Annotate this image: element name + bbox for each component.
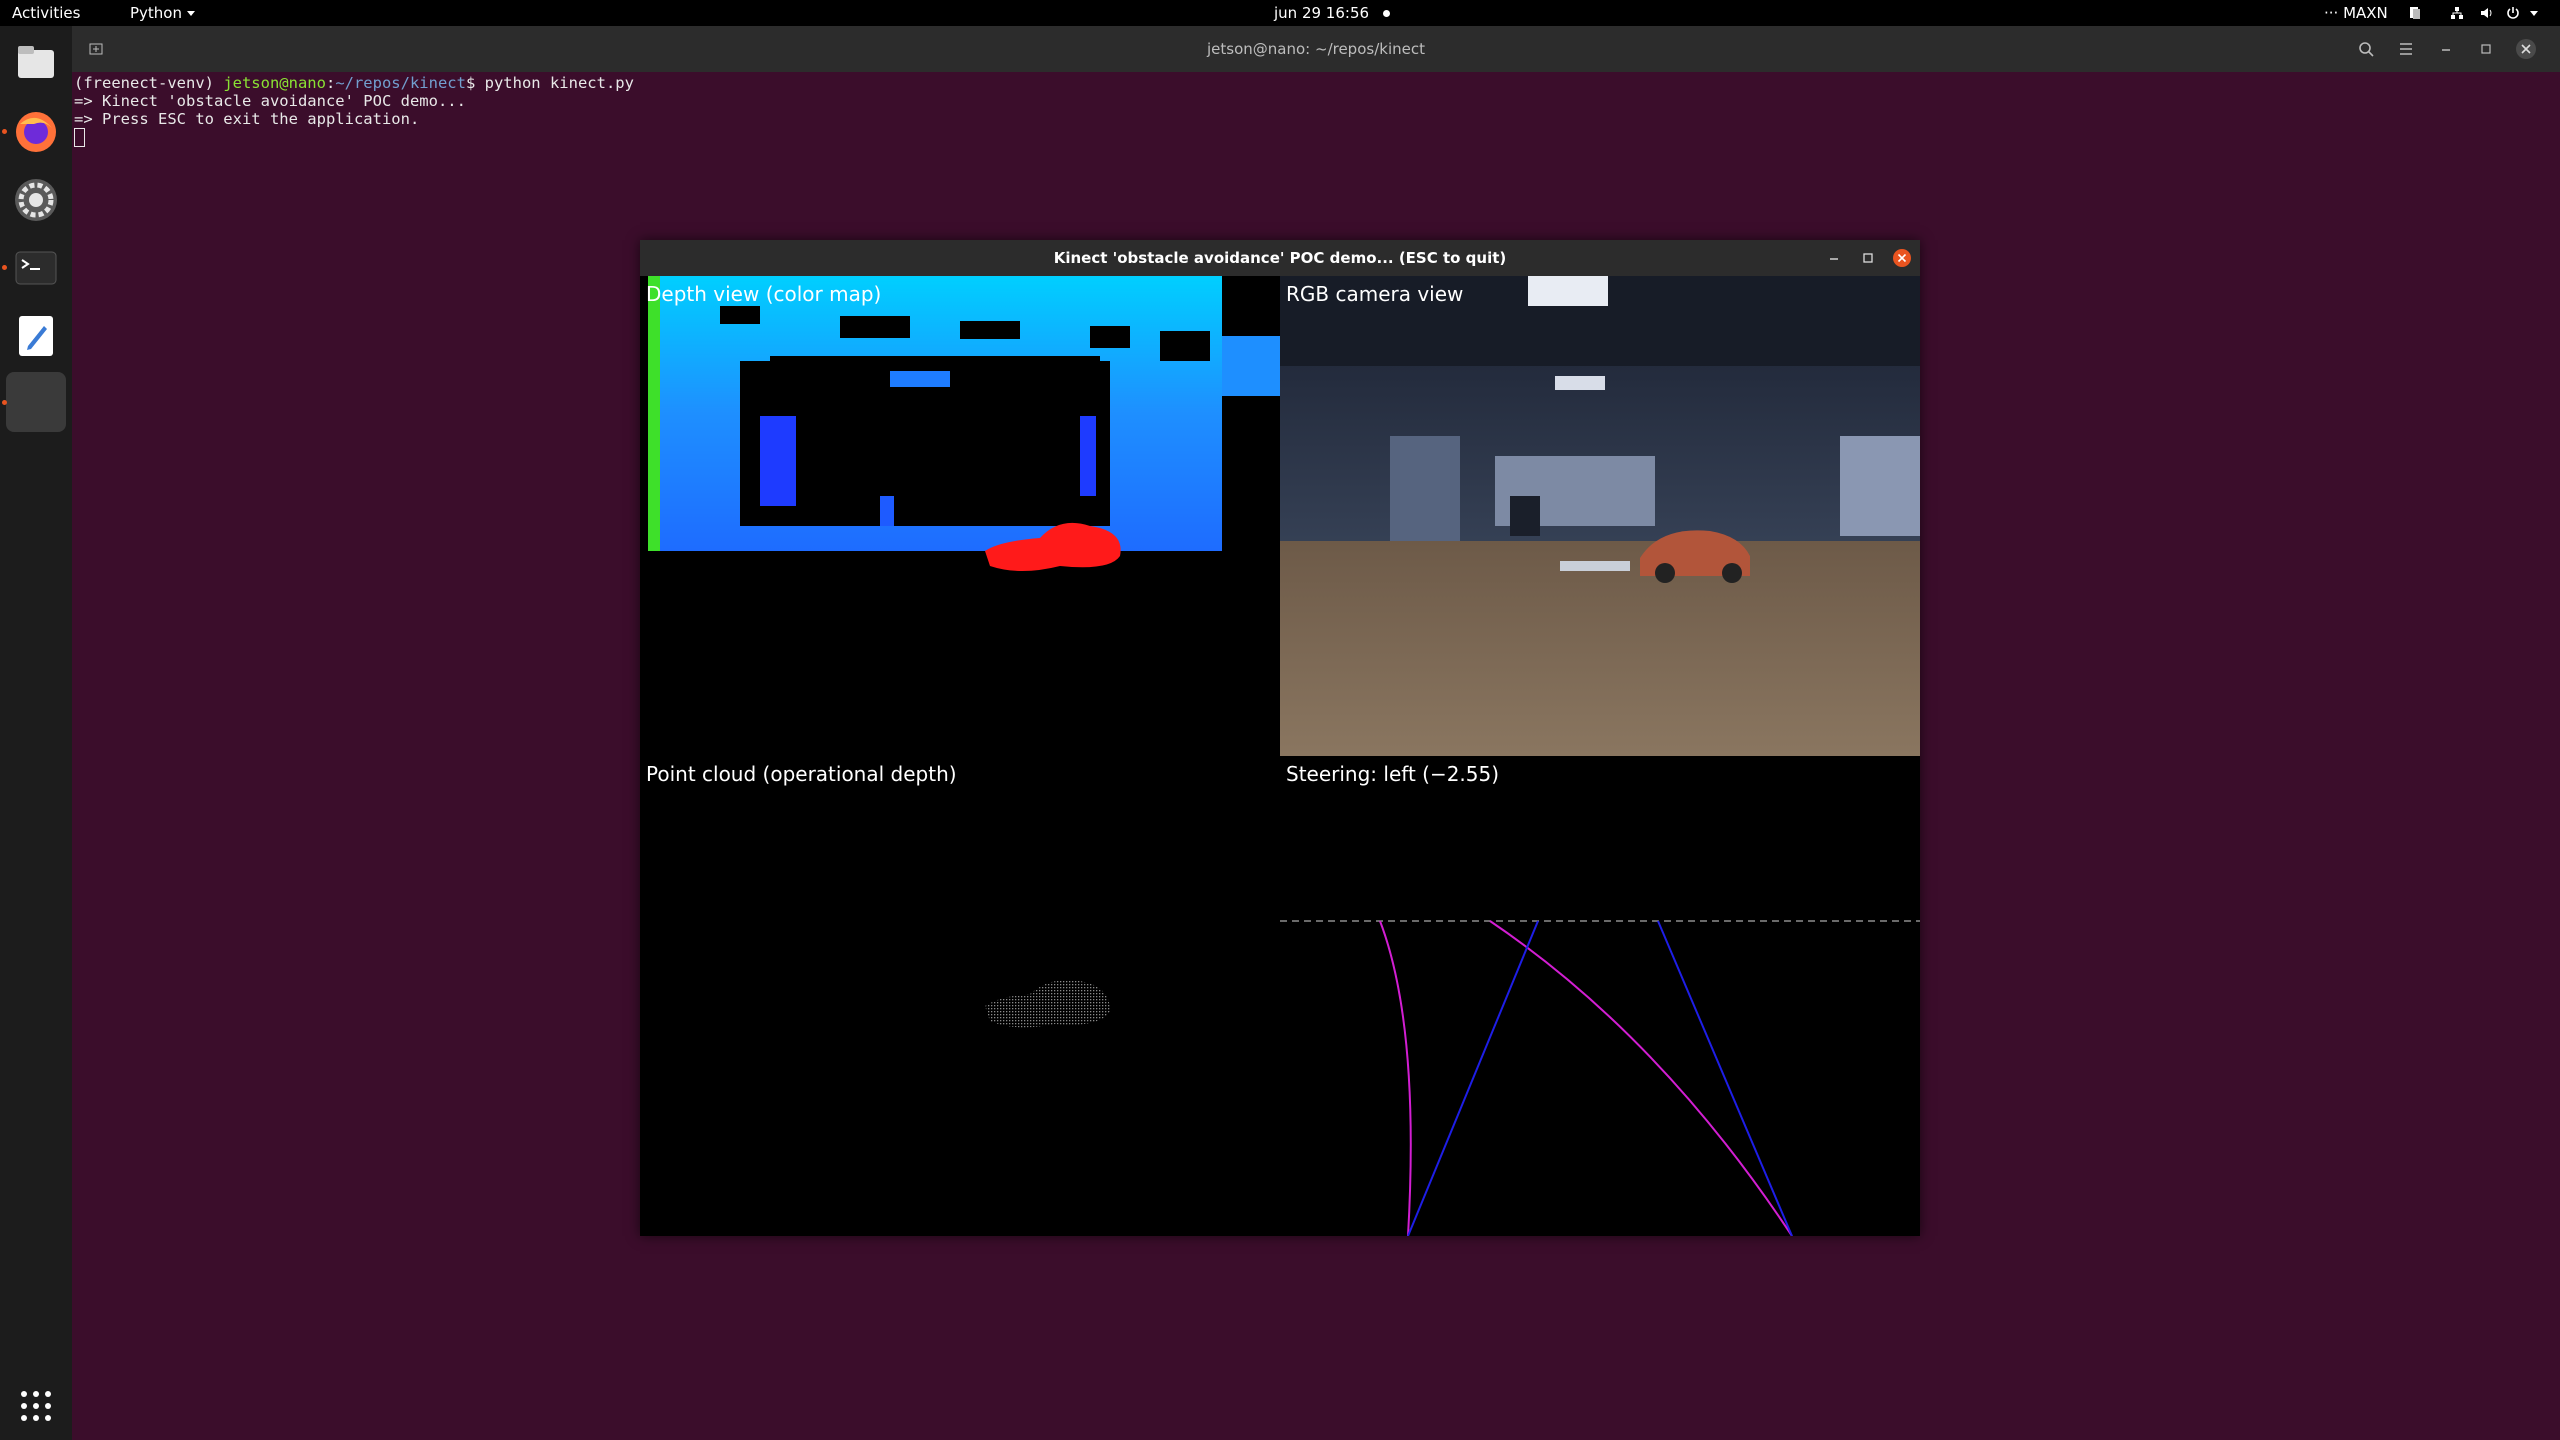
dock-firefox[interactable] <box>6 102 66 162</box>
dock-active-window[interactable] <box>6 372 66 432</box>
window-titlebar[interactable]: Kinect 'obstacle avoidance' POC demo... … <box>640 240 1920 276</box>
clock[interactable]: jun 29 16:56 <box>1274 4 1391 22</box>
dock-terminal[interactable] <box>6 238 66 298</box>
terminal-output-line: => Press ESC to exit the application. <box>74 110 420 128</box>
window-title: Kinect 'obstacle avoidance' POC demo... … <box>1053 249 1507 267</box>
maximize-icon[interactable] <box>2472 35 2500 63</box>
power-icon[interactable] <box>2506 6 2520 20</box>
dock <box>0 26 72 1440</box>
rgb-camera-label: RGB camera view <box>1286 282 1464 306</box>
top-bar: Activities Python jun 29 16:56 ··· MAXN <box>0 0 2560 26</box>
depth-view-pane: Depth view (color map) <box>640 276 1280 756</box>
depth-view-label: Depth view (color map) <box>646 282 882 306</box>
running-indicator <box>2 400 7 405</box>
terminal-icon <box>15 251 57 285</box>
steering-label: Steering: left (−2.55) <box>1286 762 1500 786</box>
point-cloud-pane: Point cloud (operational depth) <box>640 756 1280 1236</box>
terminal-cursor-line <box>74 128 85 147</box>
terminal-output-line: => Kinect 'obstacle avoidance' POC demo.… <box>74 92 466 110</box>
steering-pane: Steering: left (−2.55) <box>1280 756 1920 1236</box>
settings-icon <box>15 179 57 221</box>
notification-dot-icon <box>1383 10 1391 17</box>
firefox-icon <box>16 112 56 152</box>
prompt-env: (freenect-venv) <box>74 74 224 92</box>
kinect-demo-window: Kinect 'obstacle avoidance' POC demo... … <box>640 240 1920 1236</box>
maximize-icon[interactable] <box>1858 248 1878 268</box>
chevron-down-icon <box>187 11 195 16</box>
rgb-camera-image <box>1280 276 1920 756</box>
power-mode-label: MAXN <box>2343 4 2388 22</box>
text-editor-icon <box>19 316 53 356</box>
close-icon[interactable] <box>1892 248 1912 268</box>
minimize-icon[interactable] <box>2432 35 2460 63</box>
minimize-icon[interactable] <box>1824 248 1844 268</box>
hamburger-menu-icon[interactable] <box>2392 35 2420 63</box>
dock-text-editor[interactable] <box>6 306 66 366</box>
rgb-camera-pane: RGB camera view <box>1280 276 1920 756</box>
show-applications-icon[interactable] <box>18 1388 54 1424</box>
activities-button[interactable]: Activities <box>12 4 80 22</box>
depth-colormap-image <box>640 276 1280 756</box>
dock-settings[interactable] <box>6 170 66 230</box>
app-menu-label: Python <box>130 4 182 22</box>
prompt-separator: : <box>325 74 336 92</box>
running-indicator <box>2 129 7 134</box>
files-icon <box>18 46 54 78</box>
terminal-headerbar: jetson@nano: ~/repos/kinect <box>72 26 2560 72</box>
terminal-title: jetson@nano: ~/repos/kinect <box>1207 40 1425 58</box>
prompt-command: $ python kinect.py <box>465 74 634 92</box>
power-mode-indicator[interactable]: ··· MAXN <box>2324 4 2388 22</box>
terminal-command-line: (freenect-venv) jetson@nano:~/repos/kine… <box>74 74 634 92</box>
close-icon[interactable] <box>2512 35 2540 63</box>
clock-label: jun 29 16:56 <box>1274 4 1370 22</box>
terminal-cursor <box>74 128 85 147</box>
dock-files[interactable] <box>6 34 66 94</box>
point-cloud-label: Point cloud (operational depth) <box>646 762 957 786</box>
network-icon[interactable] <box>2450 6 2464 20</box>
steering-visualization <box>1280 756 1920 1236</box>
prompt-user: jetson@nano <box>223 74 326 92</box>
search-icon[interactable] <box>2352 35 2380 63</box>
running-indicator <box>2 265 7 270</box>
volume-icon[interactable] <box>2480 6 2494 20</box>
clipboard-icon[interactable] <box>2408 6 2422 20</box>
point-cloud-image <box>640 756 1280 1236</box>
app-menu[interactable]: Python <box>130 4 195 22</box>
system-menu-chevron-icon[interactable] <box>2530 11 2538 16</box>
prompt-path: ~/repos/kinect <box>335 74 466 92</box>
